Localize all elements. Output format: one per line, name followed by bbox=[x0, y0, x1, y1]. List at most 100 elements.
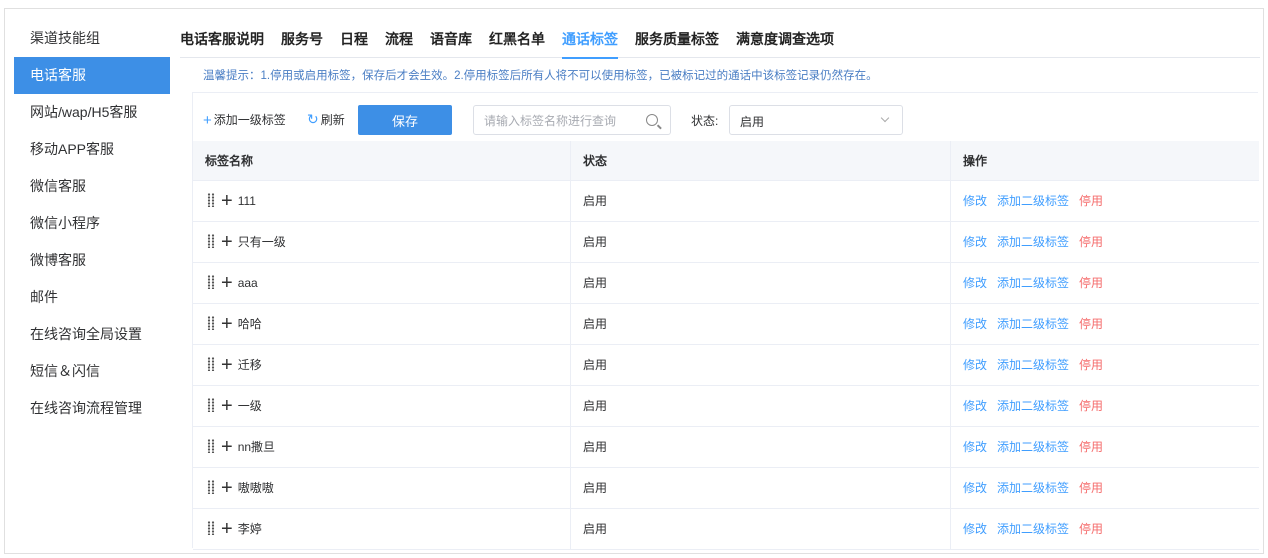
edit-link[interactable]: 修改 bbox=[963, 358, 987, 372]
drag-handle-icon[interactable] bbox=[207, 439, 215, 453]
add-child-tag-link[interactable]: 添加二级标签 bbox=[997, 194, 1069, 208]
expand-plus-icon[interactable]: + bbox=[221, 191, 233, 211]
tab[interactable]: 流程 bbox=[385, 26, 413, 58]
edit-link[interactable]: 修改 bbox=[963, 276, 987, 290]
search-box bbox=[473, 105, 671, 135]
refresh-button[interactable]: ↻ 刷新 bbox=[307, 111, 345, 128]
disable-link[interactable]: 停用 bbox=[1079, 481, 1103, 495]
add-level1-tag-button[interactable]: + 添加一级标签 bbox=[203, 111, 286, 129]
drag-handle-icon[interactable] bbox=[207, 357, 215, 371]
disable-link[interactable]: 停用 bbox=[1079, 358, 1103, 372]
save-button[interactable]: 保存 bbox=[358, 105, 452, 135]
disable-link[interactable]: 停用 bbox=[1079, 317, 1103, 331]
tag-actions-cell: 修改 添加二级标签 停用 bbox=[951, 304, 1259, 344]
table-header: 标签名称 状态 操作 bbox=[193, 141, 1259, 181]
tag-actions-cell: 修改 添加二级标签 停用 bbox=[951, 345, 1259, 385]
edit-link[interactable]: 修改 bbox=[963, 481, 987, 495]
tab[interactable]: 红黑名单 bbox=[489, 26, 545, 58]
tag-status-cell: 启用 bbox=[571, 181, 951, 221]
disable-link[interactable]: 停用 bbox=[1079, 440, 1103, 454]
add-child-tag-link[interactable]: 添加二级标签 bbox=[997, 317, 1069, 331]
drag-handle-icon[interactable] bbox=[207, 521, 215, 535]
table-row: + 一级 启用 修改 添加二级标签 停用 bbox=[193, 386, 1259, 427]
tag-name: 一级 bbox=[237, 399, 262, 413]
disable-link[interactable]: 停用 bbox=[1079, 399, 1103, 413]
sidebar-item[interactable]: 电话客服 bbox=[14, 57, 170, 94]
tab[interactable]: 服务号 bbox=[281, 26, 323, 58]
tab[interactable]: 日程 bbox=[340, 26, 368, 58]
search-icon[interactable] bbox=[646, 114, 658, 126]
add-child-tag-link[interactable]: 添加二级标签 bbox=[997, 399, 1069, 413]
tag-name: nn撒旦 bbox=[237, 440, 276, 454]
sidebar: 渠道技能组 电话客服 网站/wap/H5客服 移动APP客服 微信客服 微信小程序 微博客服… bbox=[14, 20, 170, 427]
tag-name-cell: + nn撒旦 bbox=[193, 427, 571, 467]
sidebar-item[interactable]: 在线咨询全局设置 bbox=[14, 316, 170, 353]
sidebar-item[interactable]: 微信小程序 bbox=[14, 205, 170, 242]
edit-link[interactable]: 修改 bbox=[963, 235, 987, 249]
edit-link[interactable]: 修改 bbox=[963, 522, 987, 536]
tag-actions-cell: 修改 添加二级标签 停用 bbox=[951, 222, 1259, 262]
tag-name-cell: + 迁移 bbox=[193, 345, 571, 385]
table-row: +111 启用 修改 添加二级标签 停用 bbox=[193, 181, 1259, 222]
toolbar: +添加一级标签 ↻刷新 保存 状态: 启用 bbox=[203, 105, 1253, 135]
edit-link[interactable]: 修改 bbox=[963, 194, 987, 208]
disable-link[interactable]: 停用 bbox=[1079, 522, 1103, 536]
expand-plus-icon[interactable]: + bbox=[221, 396, 233, 416]
expand-plus-icon[interactable]: + bbox=[221, 232, 233, 252]
sidebar-item[interactable]: 微信客服 bbox=[14, 168, 170, 205]
tip-text: 温馨提示：1.停用或启用标签，保存后才会生效。2.停用标签后所有人将不可以使用标… bbox=[203, 70, 878, 82]
tag-status-cell: 启用 bbox=[571, 222, 951, 262]
add-child-tag-link[interactable]: 添加二级标签 bbox=[997, 440, 1069, 454]
status-select-value: 启用 bbox=[740, 115, 765, 129]
sidebar-item[interactable]: 在线咨询流程管理 bbox=[14, 390, 170, 427]
sidebar-item[interactable]: 邮件 bbox=[14, 279, 170, 316]
tab[interactable]: 语音库 bbox=[430, 26, 472, 58]
tab[interactable]: 通话标签 bbox=[562, 26, 618, 59]
drag-handle-icon[interactable] bbox=[207, 398, 215, 412]
sidebar-item[interactable]: 网站/wap/H5客服 bbox=[14, 94, 170, 131]
expand-plus-icon[interactable]: + bbox=[221, 478, 233, 498]
refresh-icon: ↻ bbox=[307, 111, 319, 127]
add-child-tag-link[interactable]: 添加二级标签 bbox=[997, 481, 1069, 495]
expand-plus-icon[interactable]: + bbox=[221, 355, 233, 375]
tab[interactable]: 电话客服说明 bbox=[180, 26, 264, 58]
expand-plus-icon[interactable]: + bbox=[221, 273, 233, 293]
tab[interactable]: 满意度调查选项 bbox=[736, 26, 834, 58]
drag-handle-icon[interactable] bbox=[207, 234, 215, 248]
tag-actions-cell: 修改 添加二级标签 停用 bbox=[951, 386, 1259, 426]
drag-handle-icon[interactable] bbox=[207, 193, 215, 207]
add-child-tag-link[interactable]: 添加二级标签 bbox=[997, 358, 1069, 372]
tab[interactable]: 服务质量标签 bbox=[635, 26, 719, 58]
add-child-tag-link[interactable]: 添加二级标签 bbox=[997, 235, 1069, 249]
expand-plus-icon[interactable]: + bbox=[221, 519, 233, 539]
status-select[interactable]: 启用 bbox=[729, 105, 903, 135]
expand-plus-icon[interactable]: + bbox=[221, 437, 233, 457]
refresh-label: 刷新 bbox=[320, 113, 345, 127]
drag-handle-icon[interactable] bbox=[207, 480, 215, 494]
sidebar-item[interactable]: 微博客服 bbox=[14, 242, 170, 279]
drag-handle-icon[interactable] bbox=[207, 275, 215, 289]
expand-plus-icon[interactable]: + bbox=[221, 314, 233, 334]
search-input[interactable] bbox=[484, 112, 634, 130]
sidebar-item[interactable]: 移动APP客服 bbox=[14, 131, 170, 168]
sidebar-item[interactable]: 渠道技能组 bbox=[14, 20, 170, 57]
sidebar-item[interactable]: 短信＆闪信 bbox=[14, 353, 170, 390]
tag-name: 嗷嗷嗷 bbox=[237, 481, 274, 495]
drag-handle-icon[interactable] bbox=[207, 316, 215, 330]
disable-link[interactable]: 停用 bbox=[1079, 276, 1103, 290]
chevron-down-icon bbox=[880, 113, 890, 123]
edit-link[interactable]: 修改 bbox=[963, 399, 987, 413]
column-header-actions: 操作 bbox=[963, 154, 988, 168]
edit-link[interactable]: 修改 bbox=[963, 317, 987, 331]
disable-link[interactable]: 停用 bbox=[1079, 194, 1103, 208]
disable-link[interactable]: 停用 bbox=[1079, 235, 1103, 249]
tag-name-cell: + 只有一级 bbox=[193, 222, 571, 262]
edit-link[interactable]: 修改 bbox=[963, 440, 987, 454]
tag-actions-cell: 修改 添加二级标签 停用 bbox=[951, 468, 1259, 508]
add-child-tag-link[interactable]: 添加二级标签 bbox=[997, 522, 1069, 536]
tag-name: 哈哈 bbox=[237, 317, 262, 331]
tag-table: 标签名称 状态 操作 +111 启用 修改 添加二级标签 停用 + 只有一级 启用 修改 添加二级… bbox=[193, 141, 1259, 550]
add-child-tag-link[interactable]: 添加二级标签 bbox=[997, 276, 1069, 290]
table-row: + 李婷 启用 修改 添加二级标签 停用 bbox=[193, 509, 1259, 550]
column-header-name: 标签名称 bbox=[193, 141, 571, 180]
